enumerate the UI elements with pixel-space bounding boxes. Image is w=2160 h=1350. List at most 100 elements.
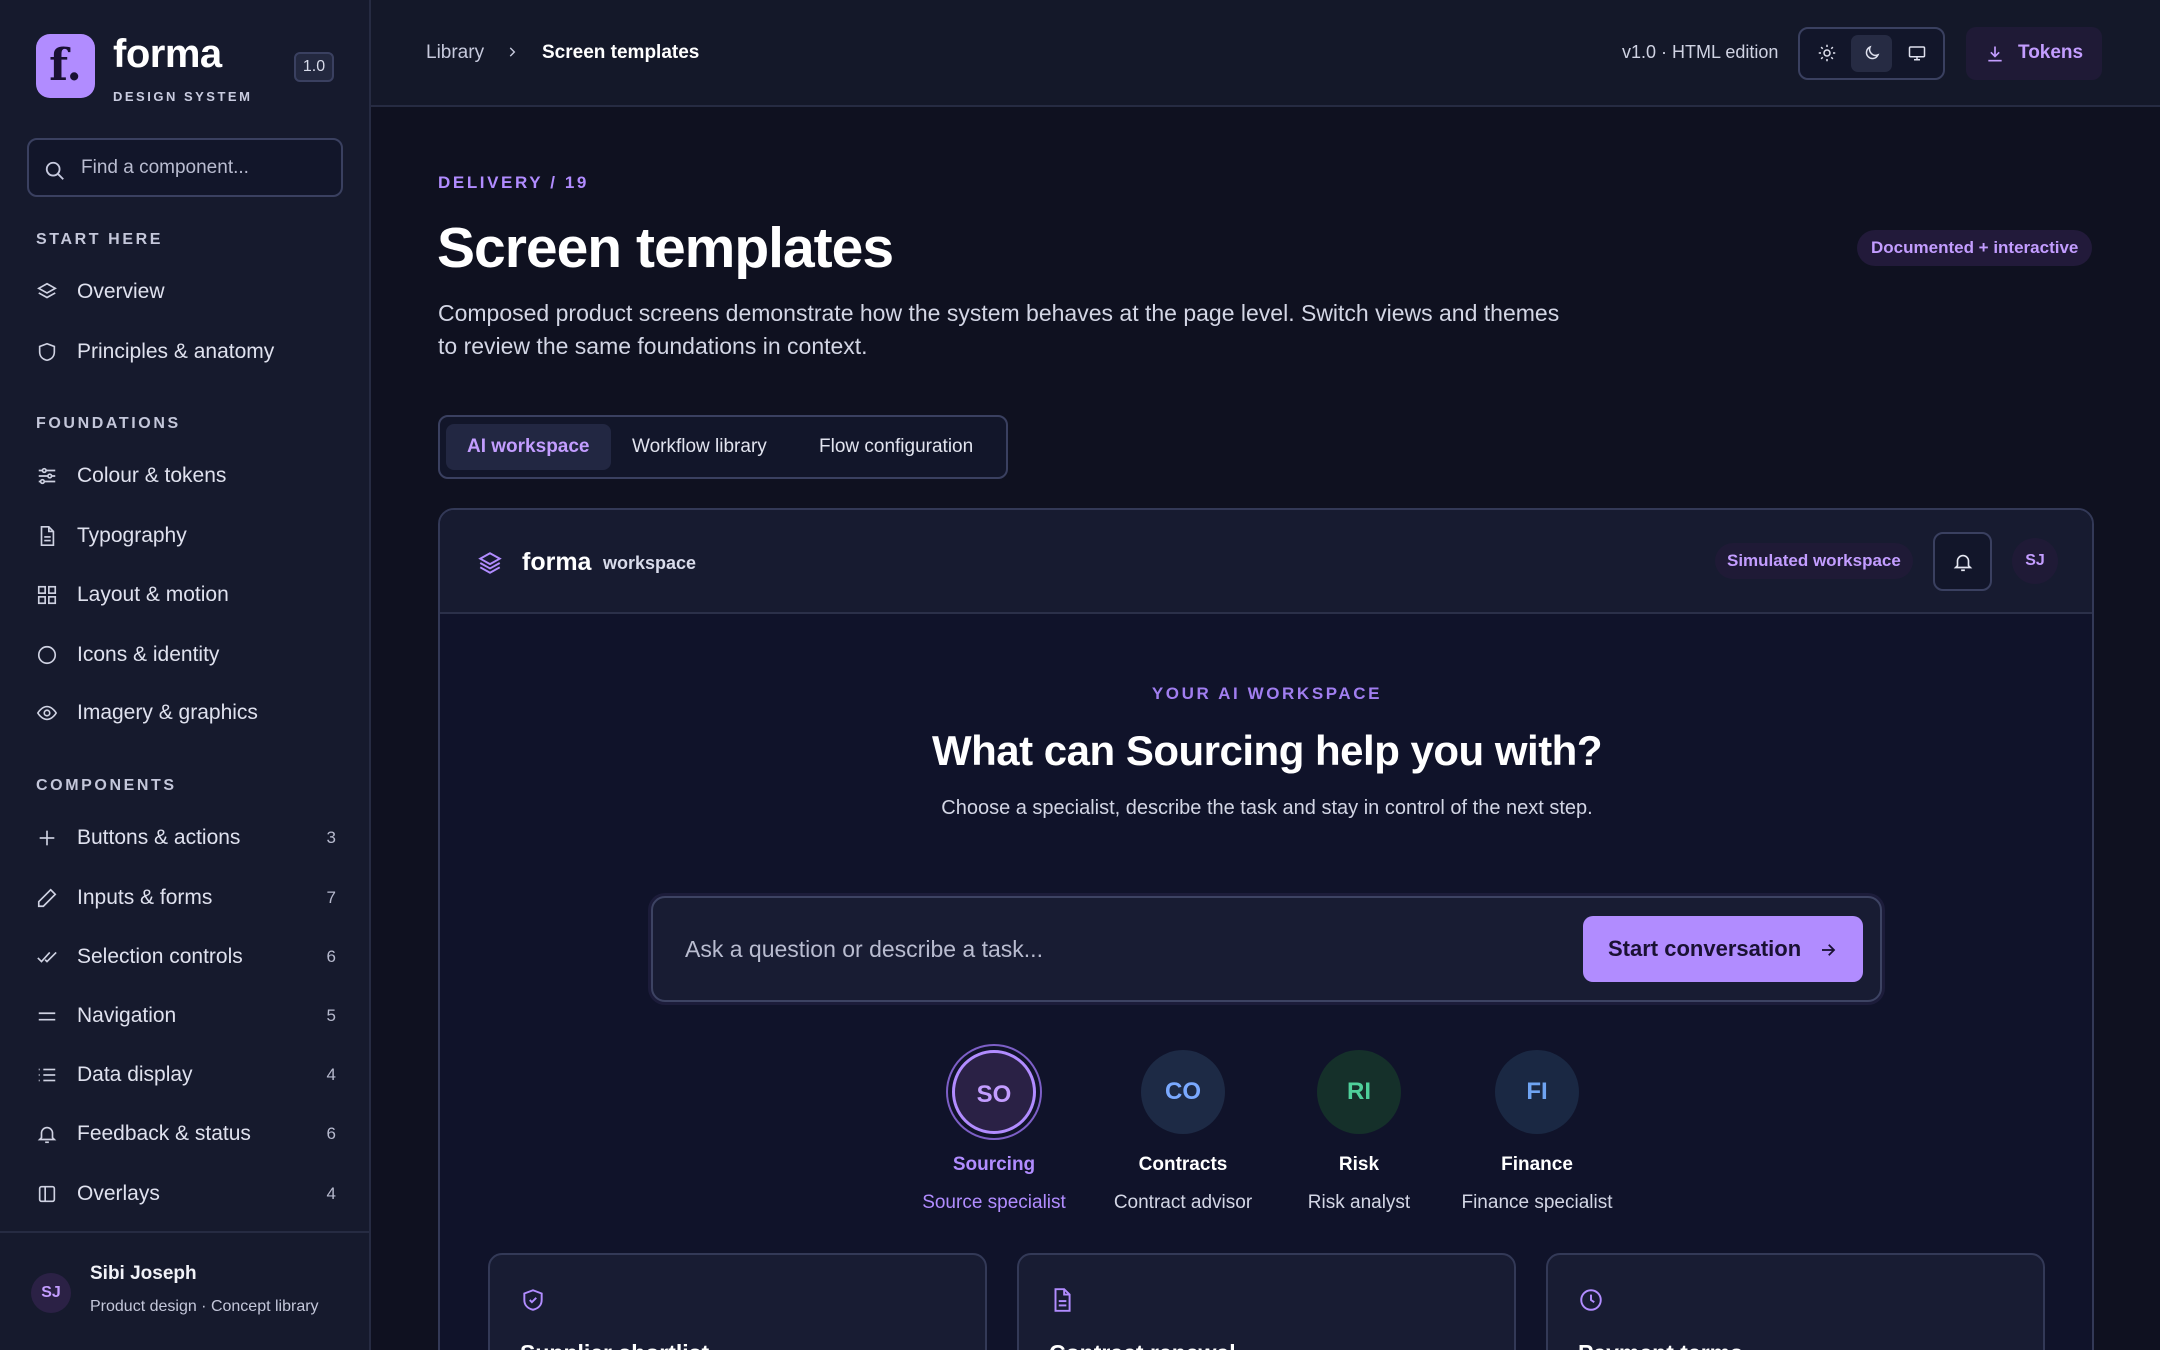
avatar: SJ [31, 1273, 71, 1313]
document-icon [36, 525, 58, 547]
shield-icon [523, 1289, 543, 1311]
view-tabs: AI workspace Workflow library Flow confi… [438, 415, 1008, 479]
status-badge: Documented + interactive [1857, 230, 2093, 266]
sidebar-item-label: Data display [77, 1063, 193, 1086]
workspace-brand-sub: workspace [603, 553, 697, 573]
specialist-contracts[interactable]: CO Contracts Contract advisor [1093, 1040, 1273, 1220]
sidebar-item-navigation[interactable]: Navigation 5 [20, 993, 350, 1039]
sidebar-item-overlays[interactable]: Overlays 4 [20, 1171, 350, 1217]
specialist-role: Contract advisor [1113, 1192, 1253, 1213]
ask-box: Start conversation [651, 896, 1882, 1002]
sidebar-item-label: Inputs & forms [77, 886, 213, 909]
task-card-payment-terms[interactable]: Payment terms [1546, 1253, 2045, 1350]
tab-flow-configuration[interactable]: Flow configuration [798, 424, 994, 470]
sidebar-item-buttons-actions[interactable]: Buttons & actions 3 [20, 815, 350, 861]
document-icon [1054, 1288, 1071, 1312]
sidebar-item-colour-tokens[interactable]: Colour & tokens [20, 453, 350, 499]
user-profile[interactable]: SJ Sibi Joseph Product design · Concept … [0, 1231, 369, 1350]
task-card-title: Contract renewal [1049, 1340, 1236, 1350]
sidebar-item-icons-identity[interactable]: Icons & identity [20, 632, 350, 678]
circle-icon [36, 644, 58, 666]
sidebar-item-label: Selection controls [77, 945, 243, 968]
sidebar-item-count: 3 [326, 828, 336, 847]
sidebar-item-label: Icons & identity [77, 643, 220, 666]
sidebar-item-data-display[interactable]: Data display 4 [20, 1052, 350, 1098]
menu-icon [36, 1005, 58, 1027]
sidebar-item-label: Typography [77, 524, 187, 547]
specialist-name: Sourcing [952, 1154, 1036, 1175]
workspace-brand: forma [522, 548, 592, 576]
avatar[interactable]: SJ [2012, 538, 2058, 584]
brand-logo: f. [36, 34, 95, 98]
list-icon [36, 1064, 58, 1086]
sidebar-item-feedback-status[interactable]: Feedback & status 6 [20, 1111, 350, 1157]
sidebar-item-count: 4 [326, 1065, 336, 1084]
arrow-right-icon [1822, 944, 1836, 956]
sidebar-item-label: Overview [77, 280, 165, 303]
sidebar-item-principles[interactable]: Principles & anatomy [20, 329, 350, 375]
chevron-right-icon [505, 45, 519, 59]
task-card-contract-renewal[interactable]: Contract renewal [1017, 1253, 1516, 1350]
sidebar-item-label: Principles & anatomy [77, 340, 275, 363]
breadcrumb-library[interactable]: Library [426, 42, 484, 64]
bell-icon [36, 1123, 58, 1145]
sidebar-item-count: 7 [326, 888, 336, 907]
theme-system-button[interactable] [1896, 35, 1937, 72]
search-input[interactable] [81, 140, 331, 195]
theme-light-button[interactable] [1806, 35, 1847, 72]
workspace-title: What can Sourcing help you with? [931, 727, 1603, 774]
tokens-download-button[interactable]: Tokens [1966, 27, 2102, 80]
sidebar-item-label: Feedback & status [77, 1122, 251, 1145]
specialist-risk[interactable]: RI Risk Risk analyst [1269, 1040, 1449, 1220]
start-conversation-button[interactable]: Start conversation [1583, 916, 1863, 982]
task-card-supplier-shortlist[interactable]: Supplier shortlist [488, 1253, 987, 1350]
bell-icon [1953, 554, 1973, 572]
sidebar-item-imagery-graphics[interactable]: Imagery & graphics [20, 690, 350, 736]
sidebar-item-layout-motion[interactable]: Layout & motion [20, 572, 350, 618]
workspace-preview: forma workspace Simulated workspace SJ Y… [438, 508, 2094, 1350]
specialist-role: Finance specialist [1461, 1192, 1613, 1213]
task-card-title: Payment terms [1578, 1340, 1743, 1350]
eye-icon [36, 702, 58, 724]
sidebar-item-label: Colour & tokens [77, 464, 227, 487]
version-text: v1.0 · HTML edition [1622, 42, 1779, 62]
monitor-icon [1908, 46, 1926, 61]
specialist-avatar: SO [952, 1050, 1036, 1134]
specialist-name: Finance [1501, 1154, 1573, 1175]
workspace-eyebrow: YOUR AI WORKSPACE [1151, 684, 1383, 703]
sidebar-item-typography[interactable]: Typography [20, 513, 350, 559]
page-title: Screen templates [437, 216, 894, 280]
clock-icon [1580, 1289, 1602, 1311]
tab-ai-workspace[interactable]: AI workspace [446, 424, 611, 470]
shield-icon [36, 341, 58, 363]
component-search[interactable] [27, 138, 343, 197]
section-title-foundations: FOUNDATIONS [36, 415, 181, 432]
tab-workflow-library[interactable]: Workflow library [611, 424, 788, 470]
sidebar-item-selection-controls[interactable]: Selection controls 6 [20, 934, 350, 980]
grid-icon [36, 584, 58, 606]
sidebar-item-count: 5 [326, 1006, 336, 1025]
specialist-role: Risk analyst [1307, 1192, 1411, 1213]
notifications-button[interactable] [1933, 532, 1992, 591]
theme-dark-button[interactable] [1851, 35, 1892, 72]
user-name: Sibi Joseph [90, 1263, 197, 1284]
sidebar-item-label: Navigation [77, 1004, 177, 1027]
sidebar-item-label: Overlays [77, 1182, 160, 1205]
specialist-finance[interactable]: FI Finance Finance specialist [1447, 1040, 1627, 1220]
start-conversation-label: Start conversation [1608, 936, 1802, 961]
ask-input[interactable] [685, 898, 1535, 1000]
brand[interactable]: f. forma DESIGN SYSTEM 1.0 [36, 32, 336, 104]
specialist-sourcing[interactable]: SO Sourcing Source specialist [904, 1040, 1084, 1220]
top-bar: Library Screen templates v1.0 · HTML edi… [371, 0, 2160, 107]
sidebar-item-inputs-forms[interactable]: Inputs & forms 7 [20, 875, 350, 921]
workspace-subtitle: Choose a specialist, describe the task a… [941, 797, 1593, 819]
specialist-avatar: FI [1495, 1050, 1579, 1134]
specialist-role: Source specialist [922, 1192, 1066, 1213]
specialist-avatar: CO [1141, 1050, 1225, 1134]
sidebar: f. forma DESIGN SYSTEM 1.0 START HERE Ov… [0, 0, 371, 1350]
sidebar-item-label: Imagery & graphics [77, 701, 258, 724]
sidebar-item-overview[interactable]: Overview [20, 269, 350, 315]
simulated-badge: Simulated workspace [1715, 543, 1913, 579]
section-title-start-here: START HERE [36, 231, 164, 248]
page-description: Composed product screens demonstrate how… [438, 300, 1560, 359]
